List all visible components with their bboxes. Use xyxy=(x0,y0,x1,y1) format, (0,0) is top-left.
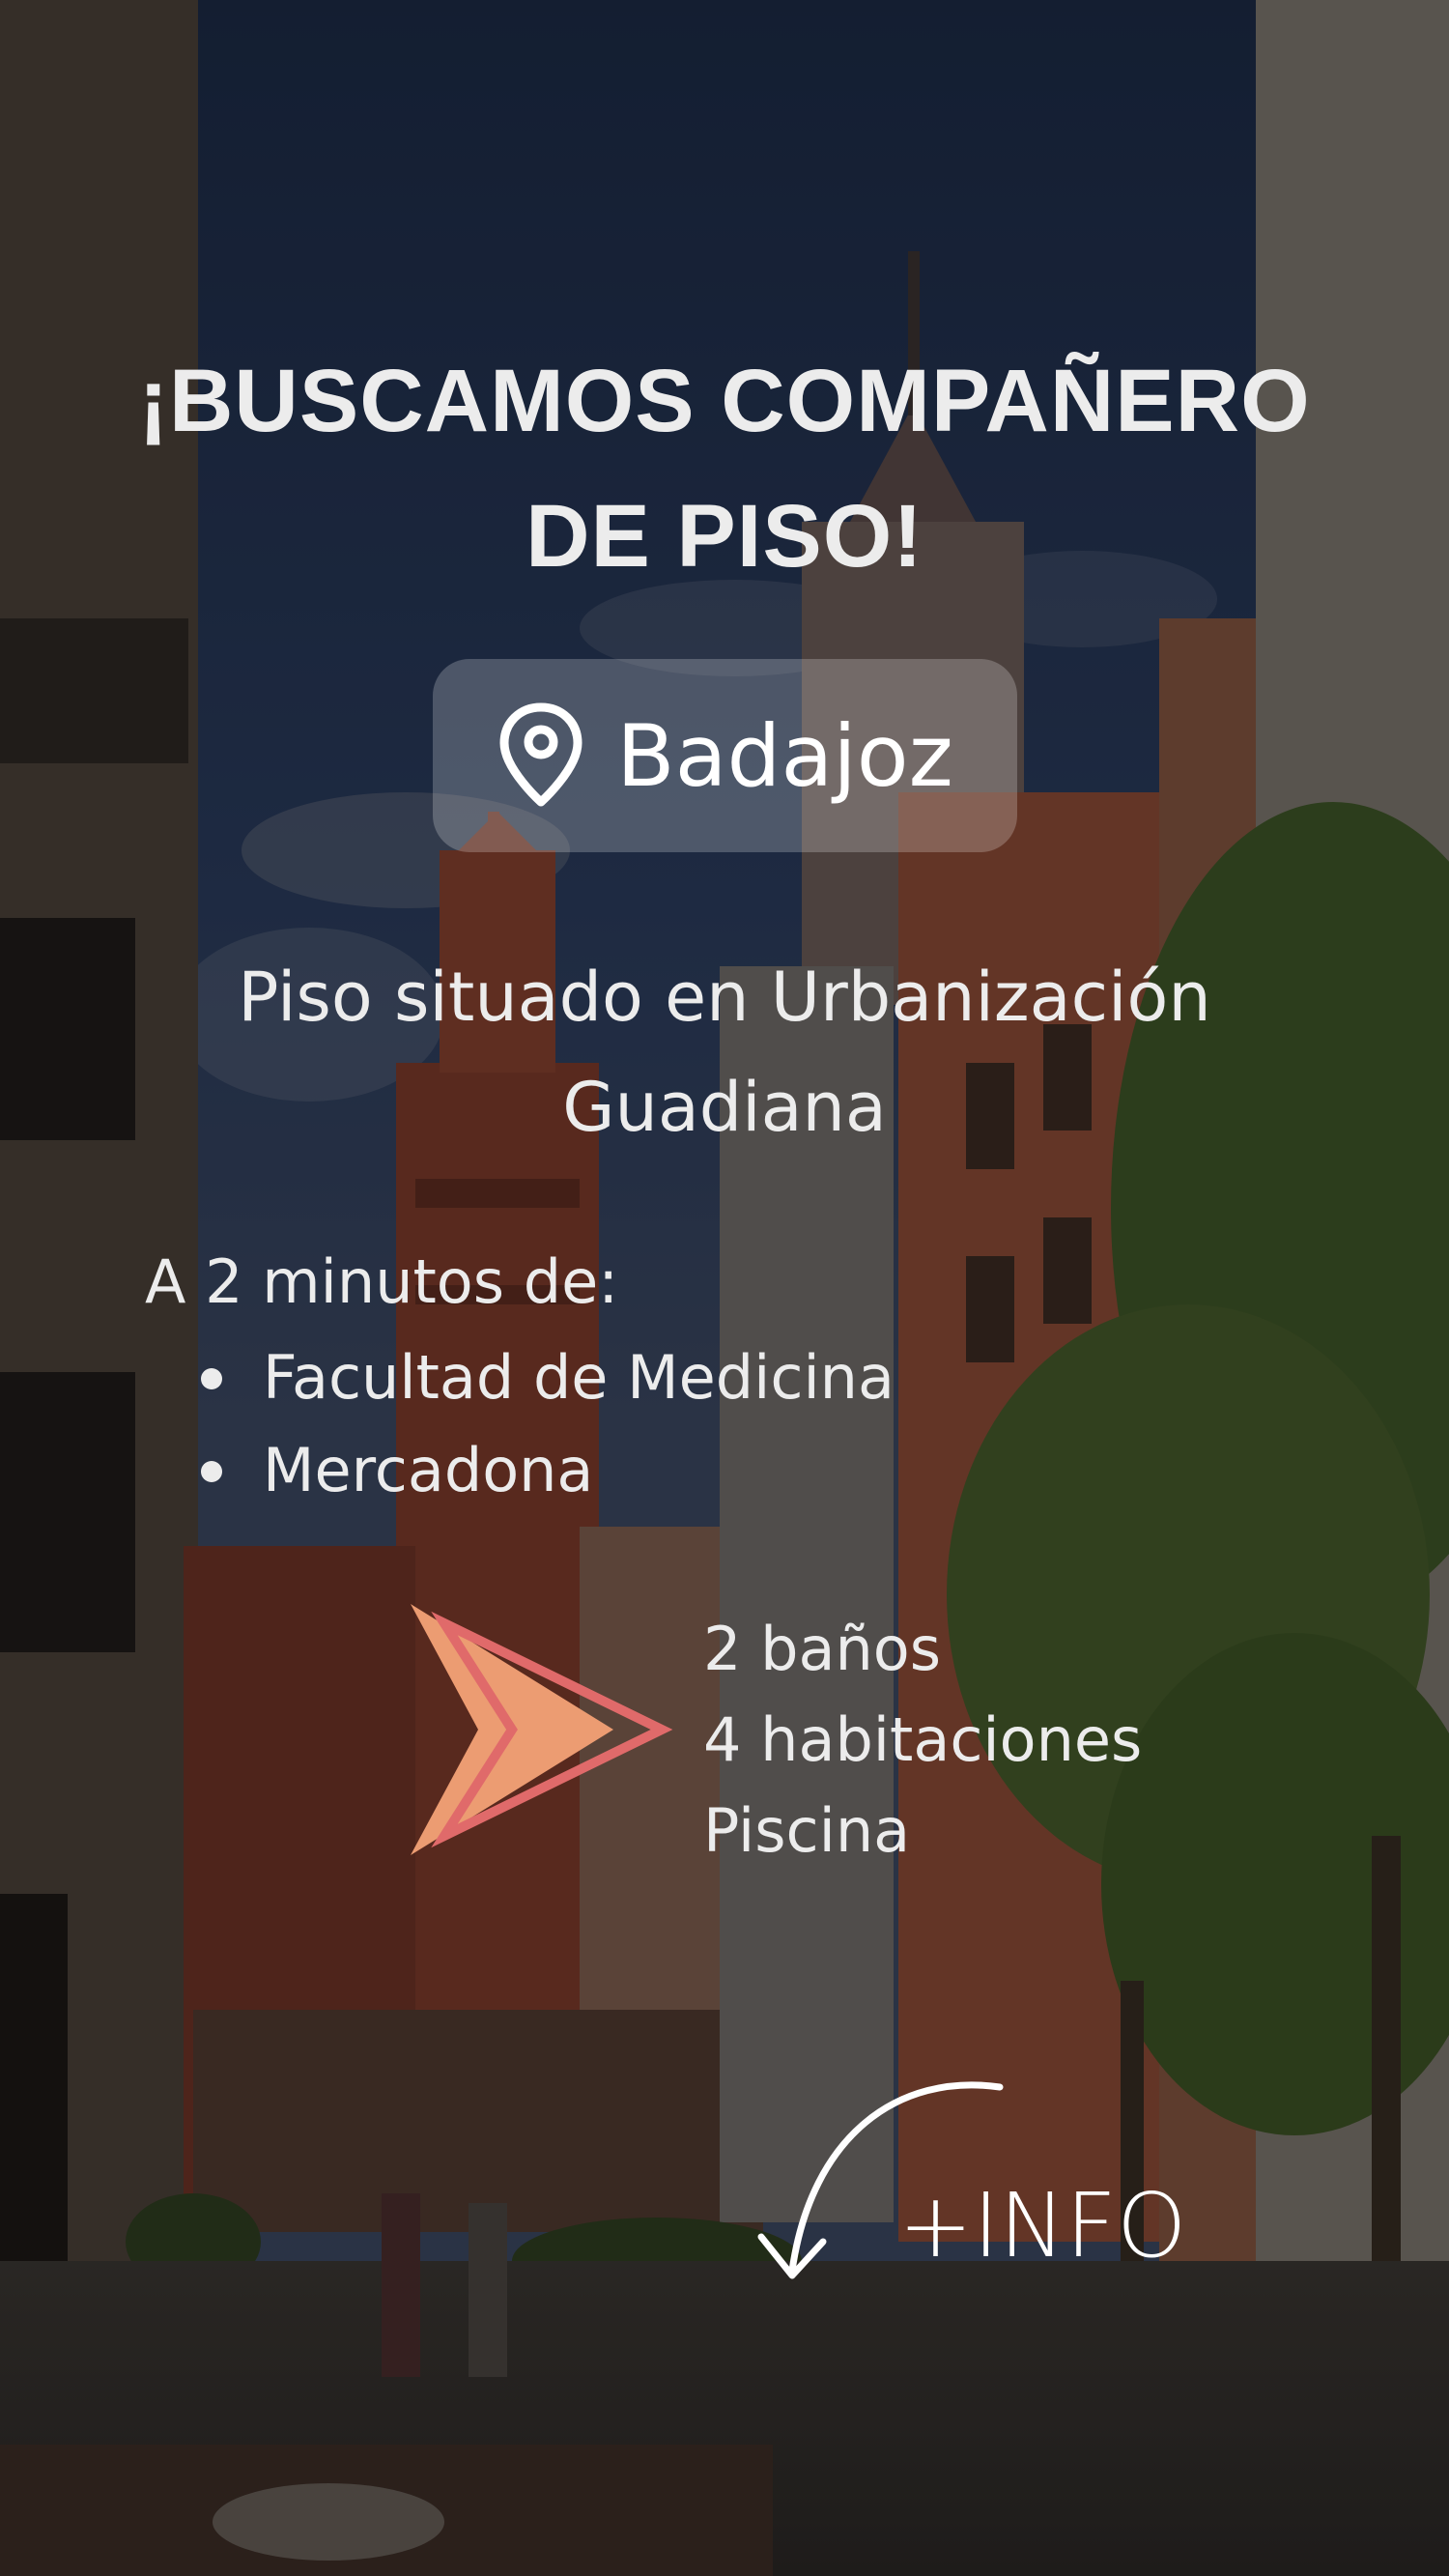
location-city: Badajoz xyxy=(616,705,953,806)
chevron-arrow-icon xyxy=(411,1604,673,1855)
description-line-1: Piso situado en Urbanización xyxy=(238,958,1211,1037)
description-line-2: Guadiana xyxy=(562,1068,887,1147)
headline: ¡BUSCAMOS COMPAÑERO DE PISO! xyxy=(58,333,1391,604)
proximity-title: A 2 minutos de: xyxy=(145,1246,619,1317)
more-info-label[interactable]: +INFO xyxy=(898,2174,1186,2277)
location-badge: Badajoz xyxy=(433,659,1017,852)
description: Piso situado en Urbanización Guadiana xyxy=(87,942,1362,1162)
feature-rooms: 4 habitaciones xyxy=(703,1704,1143,1775)
feature-pool: Piscina xyxy=(703,1795,911,1866)
features-list: 2 baños 4 habitaciones Piscina xyxy=(703,1604,1142,1876)
list-item: Facultad de Medicina xyxy=(201,1331,895,1424)
list-item: Mercadona xyxy=(201,1424,895,1517)
headline-line-1: ¡BUSCAMOS COMPAÑERO xyxy=(138,352,1311,450)
proximity-list: Facultad de Medicina Mercadona xyxy=(201,1331,895,1517)
feature-bathrooms: 2 baños xyxy=(703,1614,942,1684)
map-pin-icon xyxy=(499,702,582,807)
headline-line-2: DE PISO! xyxy=(526,487,923,586)
